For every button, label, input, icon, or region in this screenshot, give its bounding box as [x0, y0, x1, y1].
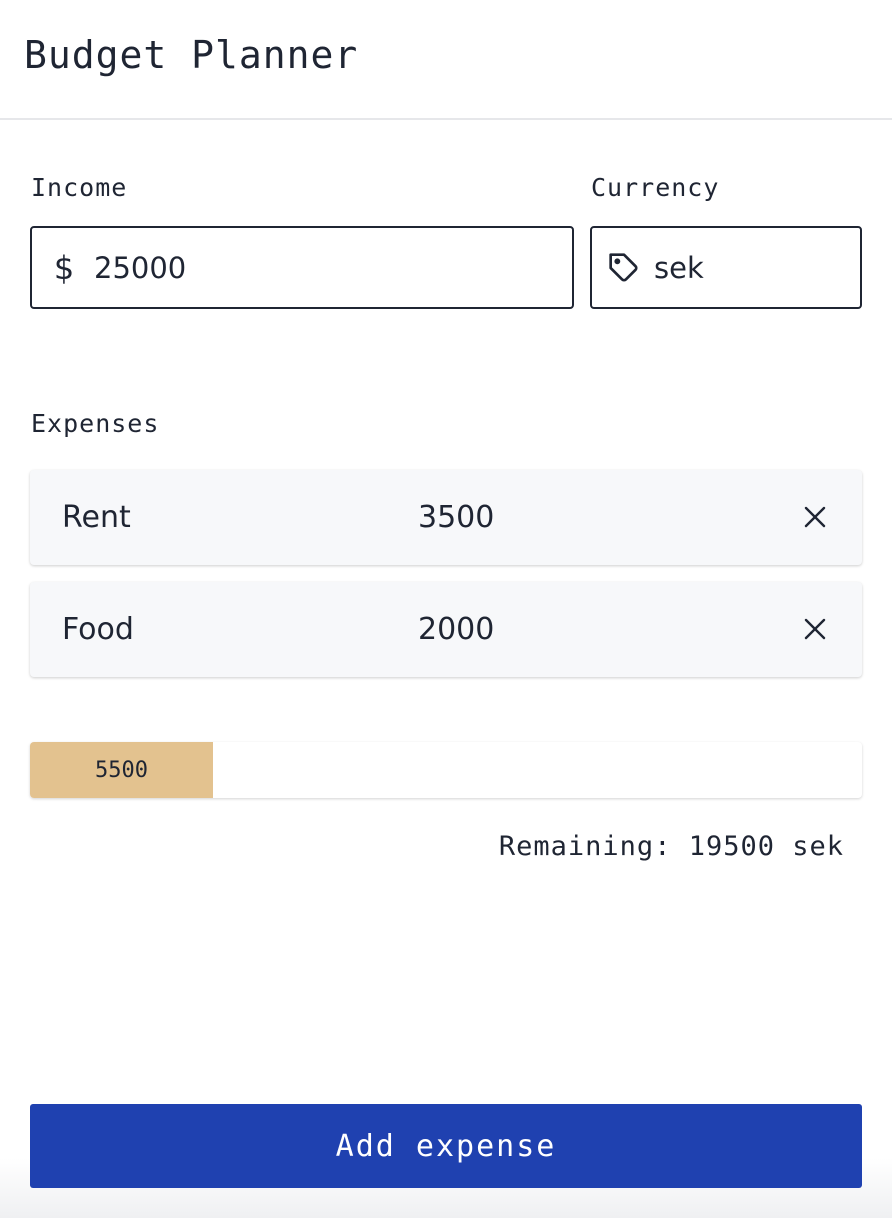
expense-item: Food 2000 — [30, 582, 862, 677]
income-label: Income — [31, 173, 128, 202]
expense-amount: 2000 — [418, 612, 495, 647]
close-icon[interactable] — [798, 500, 832, 534]
remaining-text: Remaining: 19500 sek — [498, 831, 844, 862]
budget-progress-fill: 5500 — [30, 742, 214, 798]
currency-field[interactable] — [590, 226, 862, 309]
expense-name: Food — [62, 612, 134, 647]
expenses-label: Expenses — [31, 409, 160, 438]
app-title: Budget Planner — [24, 33, 359, 77]
dollar-glyph: $ — [53, 248, 75, 287]
income-input[interactable] — [94, 250, 294, 285]
currency-label: Currency — [591, 173, 720, 202]
dollar-icon: $ — [48, 248, 80, 288]
app-header: Budget Planner — [0, 0, 892, 120]
spent-total-label: 5500 — [95, 757, 148, 783]
tag-icon — [608, 248, 640, 288]
budget-progress-bar: 5500 — [30, 742, 862, 798]
income-field[interactable]: $ — [30, 226, 574, 309]
close-icon[interactable] — [798, 612, 832, 646]
currency-input[interactable] — [654, 250, 804, 285]
expense-name: Rent — [62, 500, 131, 535]
add-expense-button[interactable]: Add expense — [30, 1104, 862, 1188]
expense-item: Rent 3500 — [30, 470, 862, 565]
expense-amount: 3500 — [418, 500, 495, 535]
